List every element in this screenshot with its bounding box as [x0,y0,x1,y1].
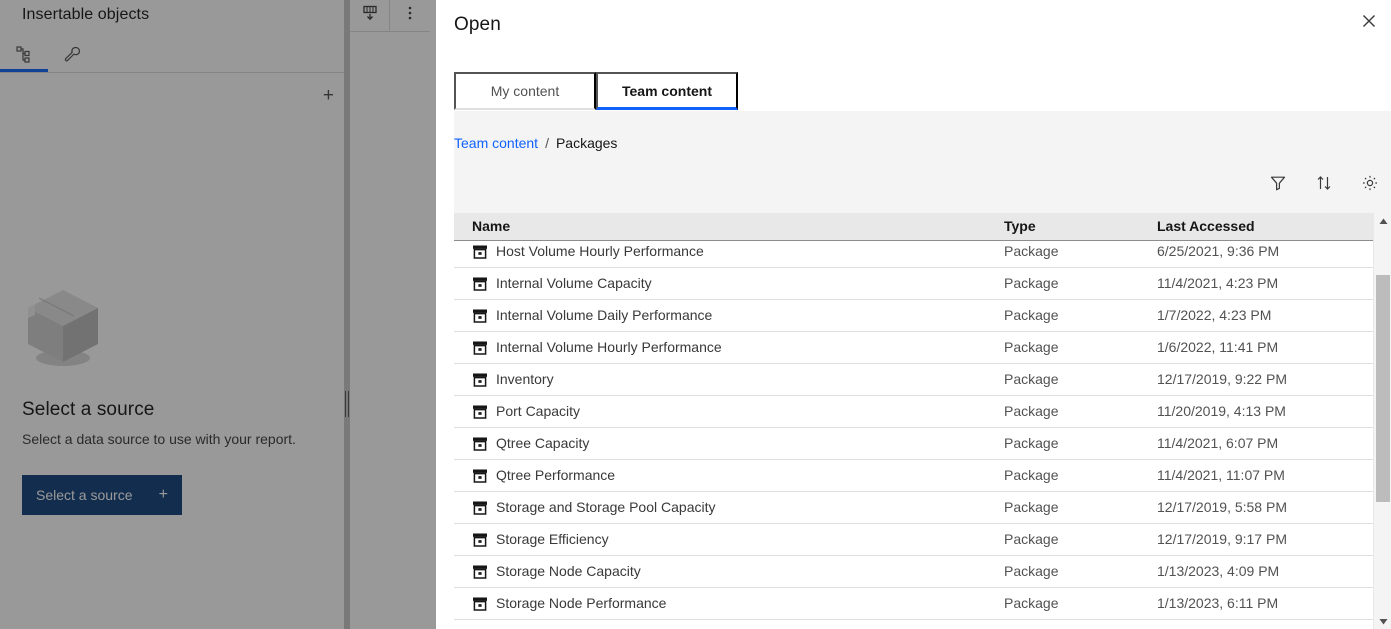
package-icon [472,373,488,387]
cell-name: Internal Volume Capacity [496,275,652,291]
filter-button[interactable] [1267,173,1289,195]
table-body: Host Volume Hourly Performance Package 6/2… [454,242,1373,629]
cell-type: Package [1004,595,1058,611]
cell-last-accessed: 1/13/2023, 6:11 PM [1157,595,1278,611]
cell-type: Package [1004,339,1058,355]
cell-type: Package [1004,243,1058,259]
tab-team-content[interactable]: Team content [596,72,738,110]
table-row[interactable]: Qtree Performance Package 11/4/2021, 11:07… [454,460,1373,492]
column-header-last-accessed[interactable]: Last Accessed [1157,218,1255,234]
package-icon [472,309,488,323]
package-icon [472,245,488,259]
scrollbar-thumb[interactable] [1376,275,1390,502]
table-row[interactable]: Storage Node Performance Package 1/13/2023… [454,588,1373,620]
tab-my-content[interactable]: My content [454,72,596,110]
cell-name: Storage Efficiency [496,531,609,547]
cell-type: Package [1004,435,1058,451]
table-row[interactable]: Storage and Storage Pool Capacity Package… [454,492,1373,524]
cell-type: Package [1004,563,1058,579]
package-icon [472,437,488,451]
cell-name: Host Volume Hourly Performance [496,243,704,259]
package-icon [472,469,488,483]
package-icon [472,277,488,291]
breadcrumb: Team content / Packages [454,135,617,151]
cell-name: Storage Node Performance [496,595,666,611]
close-icon [1362,14,1376,31]
toolbar-actions [1267,173,1381,195]
cell-last-accessed: 6/25/2021, 9:36 PM [1157,243,1279,259]
sort-icon [1315,174,1333,195]
column-header-name[interactable]: Name [472,218,510,234]
table-row[interactable]: Inventory Package 12/17/2019, 9:22 PM [454,364,1373,396]
cell-last-accessed: 12/17/2019, 9:22 PM [1157,371,1287,387]
cell-type: Package [1004,371,1058,387]
cell-type: Package [1004,275,1058,291]
app-root: Insertable objects [0,0,1391,629]
package-icon [472,533,488,547]
package-icon [472,597,488,611]
cell-name: Qtree Capacity [496,435,589,451]
content-table: Name Type Last Accessed Host Volume Hour… [454,213,1391,629]
open-dialog: Open My content Team content Team conten… [436,0,1391,629]
cell-type: Package [1004,499,1058,515]
cell-last-accessed: 12/17/2019, 9:17 PM [1157,531,1287,547]
table-row[interactable]: Host Volume Hourly Performance Package 6/2… [454,242,1373,268]
cell-last-accessed: 1/13/2023, 4:09 PM [1157,563,1279,579]
close-button[interactable] [1351,4,1387,40]
settings-button[interactable] [1359,173,1381,195]
cell-last-accessed: 11/4/2021, 6:07 PM [1157,435,1278,451]
sort-button[interactable] [1313,173,1335,195]
dialog-tab-strip: My content Team content [454,72,1391,111]
breadcrumb-separator: / [545,135,549,151]
cell-last-accessed: 11/20/2019, 4:13 PM [1157,403,1286,419]
cell-type: Package [1004,531,1058,547]
cell-name: Storage Node Capacity [496,563,641,579]
package-icon [472,405,488,419]
package-icon [472,341,488,355]
cell-last-accessed: 12/17/2019, 5:58 PM [1157,499,1287,515]
package-icon [472,501,488,515]
cell-name: Qtree Performance [496,467,615,483]
table-header-row: Name Type Last Accessed [454,213,1373,241]
cell-name: Port Capacity [496,403,580,419]
cell-type: Package [1004,403,1058,419]
cell-name: Internal Volume Daily Performance [496,307,712,323]
cell-type: Package [1004,467,1058,483]
table-row[interactable]: Storage Node Capacity Package 1/13/2023, 4… [454,556,1373,588]
dialog-title: Open [454,14,501,36]
scroll-up-arrow-icon[interactable] [1374,213,1391,229]
breadcrumb-toolbar: Team content / Packages [454,111,1391,213]
cell-type: Package [1004,307,1058,323]
scroll-down-arrow-icon[interactable] [1374,613,1391,629]
column-header-type[interactable]: Type [1004,218,1036,234]
table-row[interactable]: Storage Efficiency Package 12/17/2019, 9:1… [454,524,1373,556]
gear-icon [1361,174,1379,195]
filter-icon [1269,174,1287,195]
breadcrumb-current: Packages [556,135,617,151]
cell-last-accessed: 11/4/2021, 11:07 PM [1157,467,1285,483]
breadcrumb-link-team-content[interactable]: Team content [454,135,538,151]
cell-name: Internal Volume Hourly Performance [496,339,722,355]
package-icon [472,565,488,579]
cell-name: Storage and Storage Pool Capacity [496,499,715,515]
table-row[interactable]: Internal Volume Hourly Performance Packag… [454,332,1373,364]
cell-last-accessed: 1/6/2022, 11:41 PM [1157,339,1278,355]
cell-last-accessed: 1/7/2022, 4:23 PM [1157,307,1271,323]
table-row[interactable]: Port Capacity Package 11/20/2019, 4:13 PM [454,396,1373,428]
cell-name: Inventory [496,371,554,387]
table-scrollbar[interactable] [1373,213,1391,629]
cell-last-accessed: 11/4/2021, 4:23 PM [1157,275,1278,291]
table-row[interactable]: Qtree Capacity Package 11/4/2021, 6:07 PM [454,428,1373,460]
table-row[interactable]: Internal Volume Capacity Package 11/4/2021… [454,268,1373,300]
table-row[interactable]: Internal Volume Daily Performance Package… [454,300,1373,332]
